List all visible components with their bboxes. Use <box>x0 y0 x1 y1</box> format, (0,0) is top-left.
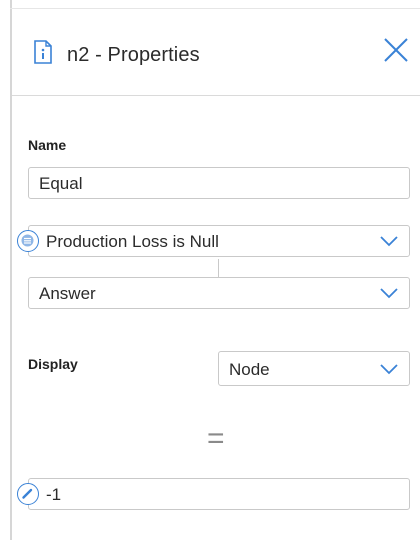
display-label: Display <box>28 356 78 372</box>
chevron-down-icon <box>379 234 399 248</box>
condition-dropdown-value: Production Loss is Null <box>46 232 219 251</box>
name-input[interactable]: Equal <box>28 167 410 199</box>
answer-dropdown[interactable]: Answer <box>28 277 410 309</box>
display-dropdown-value: Node <box>229 360 270 379</box>
chevron-down-icon <box>379 286 399 300</box>
display-dropdown[interactable]: Node <box>218 351 410 386</box>
info-document-icon <box>33 40 53 64</box>
name-input-value: Equal <box>39 174 83 193</box>
connector-line <box>218 259 219 277</box>
condition-dropdown[interactable]: Production Loss is Null <box>28 225 410 257</box>
value-input-value: -1 <box>46 485 62 504</box>
close-button[interactable] <box>382 36 410 64</box>
operator-symbol: = <box>207 422 225 455</box>
properties-panel: n2 - Properties Name Equal Production Lo… <box>0 0 420 540</box>
panel-header: n2 - Properties <box>12 9 420 96</box>
list-icon <box>17 230 39 252</box>
edit-icon <box>17 483 39 505</box>
answer-dropdown-value: Answer <box>39 284 96 303</box>
close-icon <box>384 38 408 62</box>
value-input[interactable]: -1 <box>28 478 410 510</box>
panel-title: n2 - Properties <box>67 44 200 66</box>
chevron-down-icon <box>379 362 399 376</box>
name-label: Name <box>28 137 67 153</box>
